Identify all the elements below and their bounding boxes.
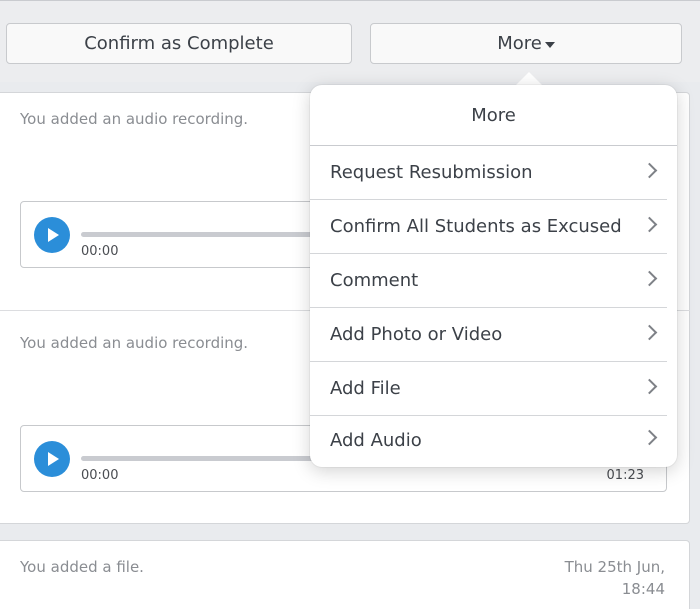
menu-item-add-file[interactable]: Add File [310,362,667,416]
more-label: More [497,33,542,54]
action-toolbar: Confirm as Complete More [0,0,700,82]
menu-item-label: Add Photo or Video [330,324,503,345]
entry-text: You added an audio recording. [20,110,249,128]
caret-down-icon [544,41,555,48]
play-icon[interactable] [34,441,70,477]
menu-item-label: Comment [330,270,419,291]
entry-text: You added an audio recording. [20,334,249,352]
more-popover: More Request Resubmission Confirm All St… [310,85,677,467]
popover-title: More [310,85,677,146]
confirm-complete-button[interactable]: Confirm as Complete [6,23,352,64]
menu-item-add-photo-video[interactable]: Add Photo or Video [310,308,667,362]
file-entry-time: 18:44 [621,580,665,598]
file-entry-date: Thu 25th Jun, [564,558,665,576]
audio-current-time: 00:00 [81,244,119,259]
chevron-right-icon [641,324,658,341]
chevron-right-icon [641,162,658,179]
menu-item-label: Add Audio [330,429,422,451]
audio-duration: 01:23 [606,468,644,483]
audio-current-time: 00:00 [81,468,119,483]
menu-item-label: Request Resubmission [330,162,533,183]
chevron-right-icon [641,429,658,446]
file-entry-card: You added a file. Thu 25th Jun, 18:44 [0,540,690,609]
menu-item-label: Confirm All Students as Excused [330,216,622,237]
play-icon[interactable] [34,217,70,253]
menu-item-add-audio[interactable]: Add Audio [310,413,667,467]
chevron-right-icon [641,378,658,395]
popover-arrow [515,72,543,86]
file-entry-timestamp: Thu 25th Jun, 18:44 [565,556,665,600]
more-button[interactable]: More [370,23,682,64]
menu-item-label: Add File [330,378,401,399]
menu-item-request-resubmission[interactable]: Request Resubmission [310,146,667,200]
chevron-right-icon [641,216,658,233]
file-entry-text: You added a file. [20,558,144,576]
menu-item-confirm-all-excused[interactable]: Confirm All Students as Excused [310,200,667,254]
chevron-right-icon [641,270,658,287]
menu-item-comment[interactable]: Comment [310,254,667,308]
confirm-complete-label: Confirm as Complete [84,33,274,54]
